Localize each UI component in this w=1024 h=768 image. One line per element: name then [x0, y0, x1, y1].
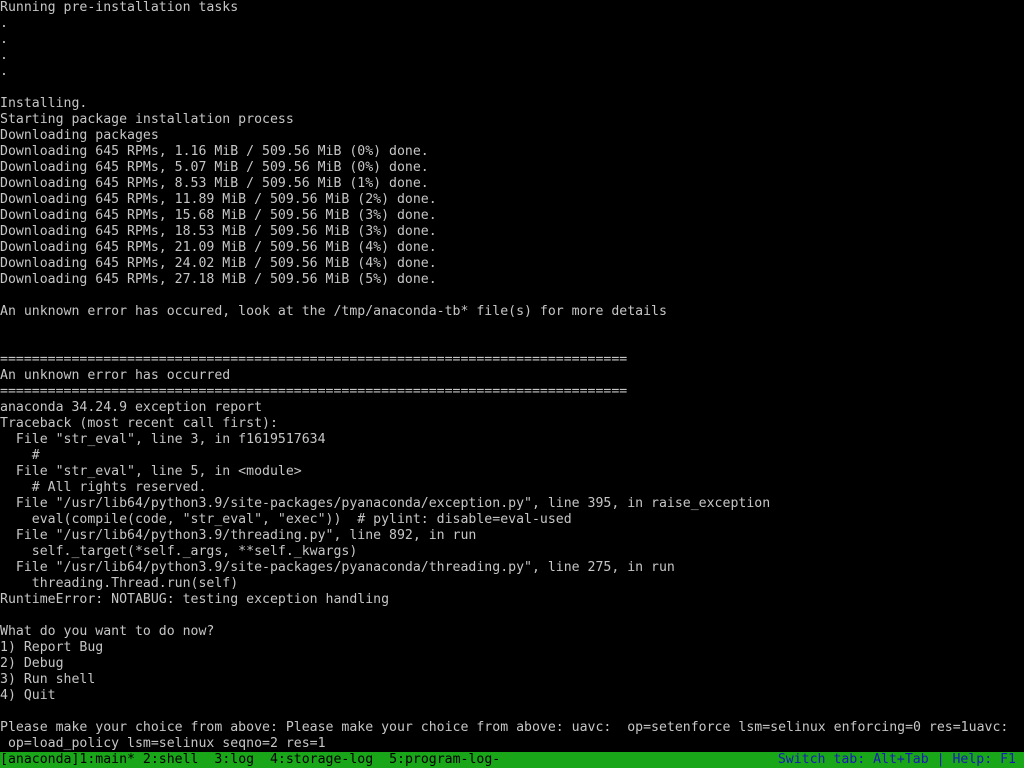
terminal-line: .: [0, 48, 8, 63]
terminal-line: File "/usr/lib64/python3.9/threading.py"…: [0, 528, 477, 543]
terminal-line: File "/usr/lib64/python3.9/site-packages…: [0, 496, 771, 511]
terminal-line: ========================================…: [0, 384, 628, 399]
terminal-line: #: [0, 448, 40, 463]
terminal-line: An unknown error has occured, look at th…: [0, 304, 667, 319]
terminal-line: File "str_eval", line 5, in <module>: [0, 464, 302, 479]
terminal-line: threading.Thread.run(self): [0, 576, 239, 591]
terminal-line: Downloading 645 RPMs, 1.16 MiB / 509.56 …: [0, 144, 429, 159]
tmux-window-list: [anaconda]1:main* 2:shell 3:log 4:storag…: [0, 752, 500, 768]
terminal-line: Downloading 645 RPMs, 21.09 MiB / 509.56…: [0, 240, 437, 255]
terminal-line: File "str_eval", line 3, in f1619517634: [0, 432, 326, 447]
terminal-line: File "/usr/lib64/python3.9/site-packages…: [0, 560, 675, 575]
terminal-line: Downloading packages: [0, 128, 159, 143]
tmux-window-shell[interactable]: 2:shell: [135, 752, 206, 767]
terminal-line: What do you want to do now?: [0, 624, 215, 639]
terminal-line: Starting package installation process: [0, 112, 294, 127]
tmux-window-program-log[interactable]: 5:program-log-: [381, 752, 500, 767]
terminal-line: self._target(*self._args, **self._kwargs…: [0, 544, 358, 559]
terminal-line: Traceback (most recent call first):: [0, 416, 278, 431]
terminal-line: An unknown error has occurred: [0, 368, 231, 383]
terminal-line: Downloading 645 RPMs, 5.07 MiB / 509.56 …: [0, 160, 429, 175]
terminal-line: Downloading 645 RPMs, 15.68 MiB / 509.56…: [0, 208, 437, 223]
tmux-window-log[interactable]: 3:log: [206, 752, 262, 767]
terminal-line: 3) Run shell: [0, 672, 96, 687]
terminal-line: anaconda 34.24.9 exception report: [0, 400, 263, 415]
terminal-line: Downloading 645 RPMs, 8.53 MiB / 509.56 …: [0, 176, 429, 191]
terminal-line: Installing.: [0, 96, 88, 111]
tmux-status-bar: [anaconda]1:main* 2:shell 3:log 4:storag…: [0, 752, 1024, 768]
tmux-window-storage-log[interactable]: 4:storage-log: [262, 752, 381, 767]
terminal-line: Downloading 645 RPMs, 18.53 MiB / 509.56…: [0, 224, 437, 239]
terminal-line: .: [0, 32, 8, 47]
terminal-line: Downloading 645 RPMs, 27.18 MiB / 509.56…: [0, 272, 437, 287]
terminal-line: 2) Debug: [0, 656, 64, 671]
terminal-line: 1) Report Bug: [0, 640, 104, 655]
terminal-line: eval(compile(code, "str_eval", "exec")) …: [0, 512, 572, 527]
terminal-line: ========================================…: [0, 352, 628, 367]
terminal-line: Downloading 645 RPMs, 24.02 MiB / 509.56…: [0, 256, 437, 271]
terminal-line: 4) Quit: [0, 688, 56, 703]
tmux-help-hint: Switch tab: Alt+Tab | Help: F1: [777, 752, 1016, 767]
terminal-line: .: [0, 16, 8, 31]
terminal-line: RuntimeError: NOTABUG: testing exception…: [0, 592, 390, 607]
terminal-line: .: [0, 64, 8, 79]
terminal-output: Running pre-installation tasks.... Instal…: [0, 0, 1024, 752]
terminal-line: Please make your choice from above: Plea…: [0, 720, 1009, 735]
terminal-line: # All rights reserved.: [0, 480, 207, 495]
tmux-window-main[interactable]: [anaconda]1:main*: [0, 752, 135, 767]
terminal-line: op=load_policy lsm=selinux seqno=2 res=1: [0, 736, 326, 751]
terminal-line: Running pre-installation tasks: [0, 0, 239, 15]
terminal-line: Downloading 645 RPMs, 11.89 MiB / 509.56…: [0, 192, 437, 207]
